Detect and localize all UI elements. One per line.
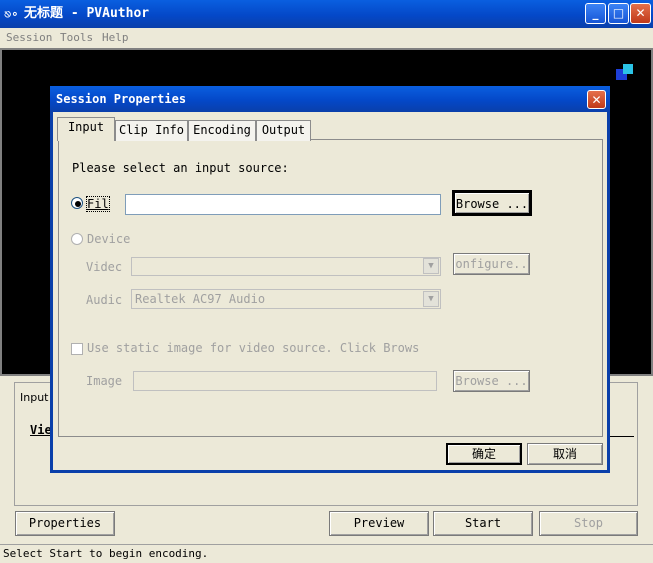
- tab-clip-info[interactable]: Clip Info: [115, 120, 188, 141]
- static-image-checkbox[interactable]: [71, 343, 83, 355]
- chevron-down-icon[interactable]: ▼: [423, 291, 439, 307]
- windows-media-logo-icon: [616, 64, 633, 80]
- menu-tools[interactable]: Tools: [60, 31, 93, 45]
- static-image-label: Use static image for video source. Click…: [87, 341, 420, 355]
- dialog-close-button[interactable]: ✕: [587, 90, 606, 109]
- ok-button[interactable]: 确定: [446, 443, 522, 465]
- file-path-input[interactable]: [125, 194, 441, 215]
- stop-button[interactable]: Stop: [539, 511, 638, 536]
- file-radio-selected-dot: [75, 201, 81, 207]
- browse-image-button[interactable]: Browse ...: [453, 370, 530, 392]
- video-device-select[interactable]: [131, 257, 441, 276]
- image-label: Image: [86, 374, 123, 388]
- file-radio[interactable]: [71, 197, 83, 209]
- audio-device-label: Audic: [86, 293, 123, 307]
- divider: [608, 436, 634, 437]
- film-icon: ⎋∘: [4, 7, 19, 21]
- preview-button[interactable]: Preview: [329, 511, 429, 536]
- cancel-button[interactable]: 取消: [527, 443, 603, 465]
- status-text: Select Start to begin encoding.: [3, 547, 209, 560]
- close-button[interactable]: ✕: [630, 3, 651, 24]
- start-button[interactable]: Start: [433, 511, 533, 536]
- device-radio[interactable]: [71, 233, 83, 245]
- tab-input[interactable]: Input: [57, 117, 115, 141]
- dialog-title: Session Properties: [56, 92, 187, 106]
- menu-session[interactable]: Session: [6, 31, 52, 45]
- audio-device-select[interactable]: Realtek AC97 Audio: [131, 289, 441, 309]
- maximize-button[interactable]: □: [608, 3, 629, 24]
- tab-page-input: [58, 139, 603, 437]
- tab-output[interactable]: Output: [256, 120, 311, 141]
- minimize-button[interactable]: _: [585, 3, 606, 24]
- properties-button[interactable]: Properties: [15, 511, 115, 536]
- window-title: 无标题 - PVAuthor: [24, 6, 150, 21]
- configure-video-button[interactable]: onfigure..: [453, 253, 530, 275]
- title-bar[interactable]: ⎋∘ 无标题 - PVAuthor _ □ ✕: [0, 0, 653, 28]
- device-radio-label: Device: [87, 232, 131, 246]
- menu-bar: Session Tools Help: [0, 28, 653, 48]
- file-radio-label[interactable]: Fil: [86, 196, 110, 212]
- menu-help[interactable]: Help: [102, 31, 129, 45]
- main-video-label: Vie: [30, 423, 52, 437]
- browse-file-button[interactable]: Browse ...: [452, 190, 532, 216]
- input-source-prompt: Please select an input source:: [72, 161, 289, 175]
- video-device-label: Videc: [86, 260, 123, 274]
- image-path-input[interactable]: [133, 371, 437, 391]
- main-tab-input[interactable]: Input: [20, 391, 48, 404]
- chevron-down-icon[interactable]: ▼: [423, 258, 439, 274]
- tab-encoding[interactable]: Encoding: [188, 120, 256, 141]
